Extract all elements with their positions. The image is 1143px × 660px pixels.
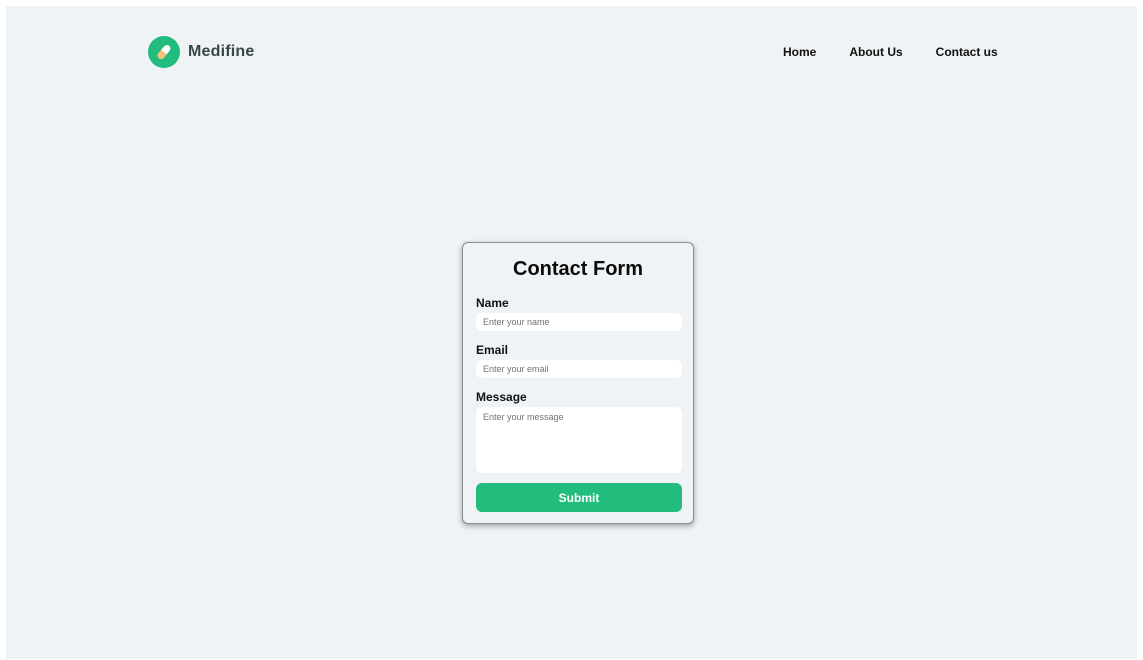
contact-form-card: Contact Form Name Email Message Submit bbox=[462, 242, 694, 524]
email-input[interactable] bbox=[476, 360, 682, 378]
main-nav: Home About Us Contact us bbox=[783, 45, 998, 59]
page-background: Medifine Home About Us Contact us Contac… bbox=[6, 6, 1137, 659]
nav-link-contact-us[interactable]: Contact us bbox=[936, 45, 998, 59]
email-label: Email bbox=[476, 343, 509, 357]
message-textarea[interactable] bbox=[476, 407, 682, 473]
name-input[interactable] bbox=[476, 313, 682, 331]
message-label: Message bbox=[476, 390, 527, 404]
nav-link-home[interactable]: Home bbox=[783, 45, 816, 59]
nav-link-about-us[interactable]: About Us bbox=[849, 45, 902, 59]
form-title: Contact Form bbox=[513, 258, 643, 280]
brand-name: Medifine bbox=[188, 43, 255, 60]
name-label: Name bbox=[476, 296, 509, 310]
brand-logo[interactable]: Medifine bbox=[148, 36, 255, 68]
pill-icon bbox=[148, 36, 180, 68]
submit-button[interactable]: Submit bbox=[476, 483, 682, 512]
